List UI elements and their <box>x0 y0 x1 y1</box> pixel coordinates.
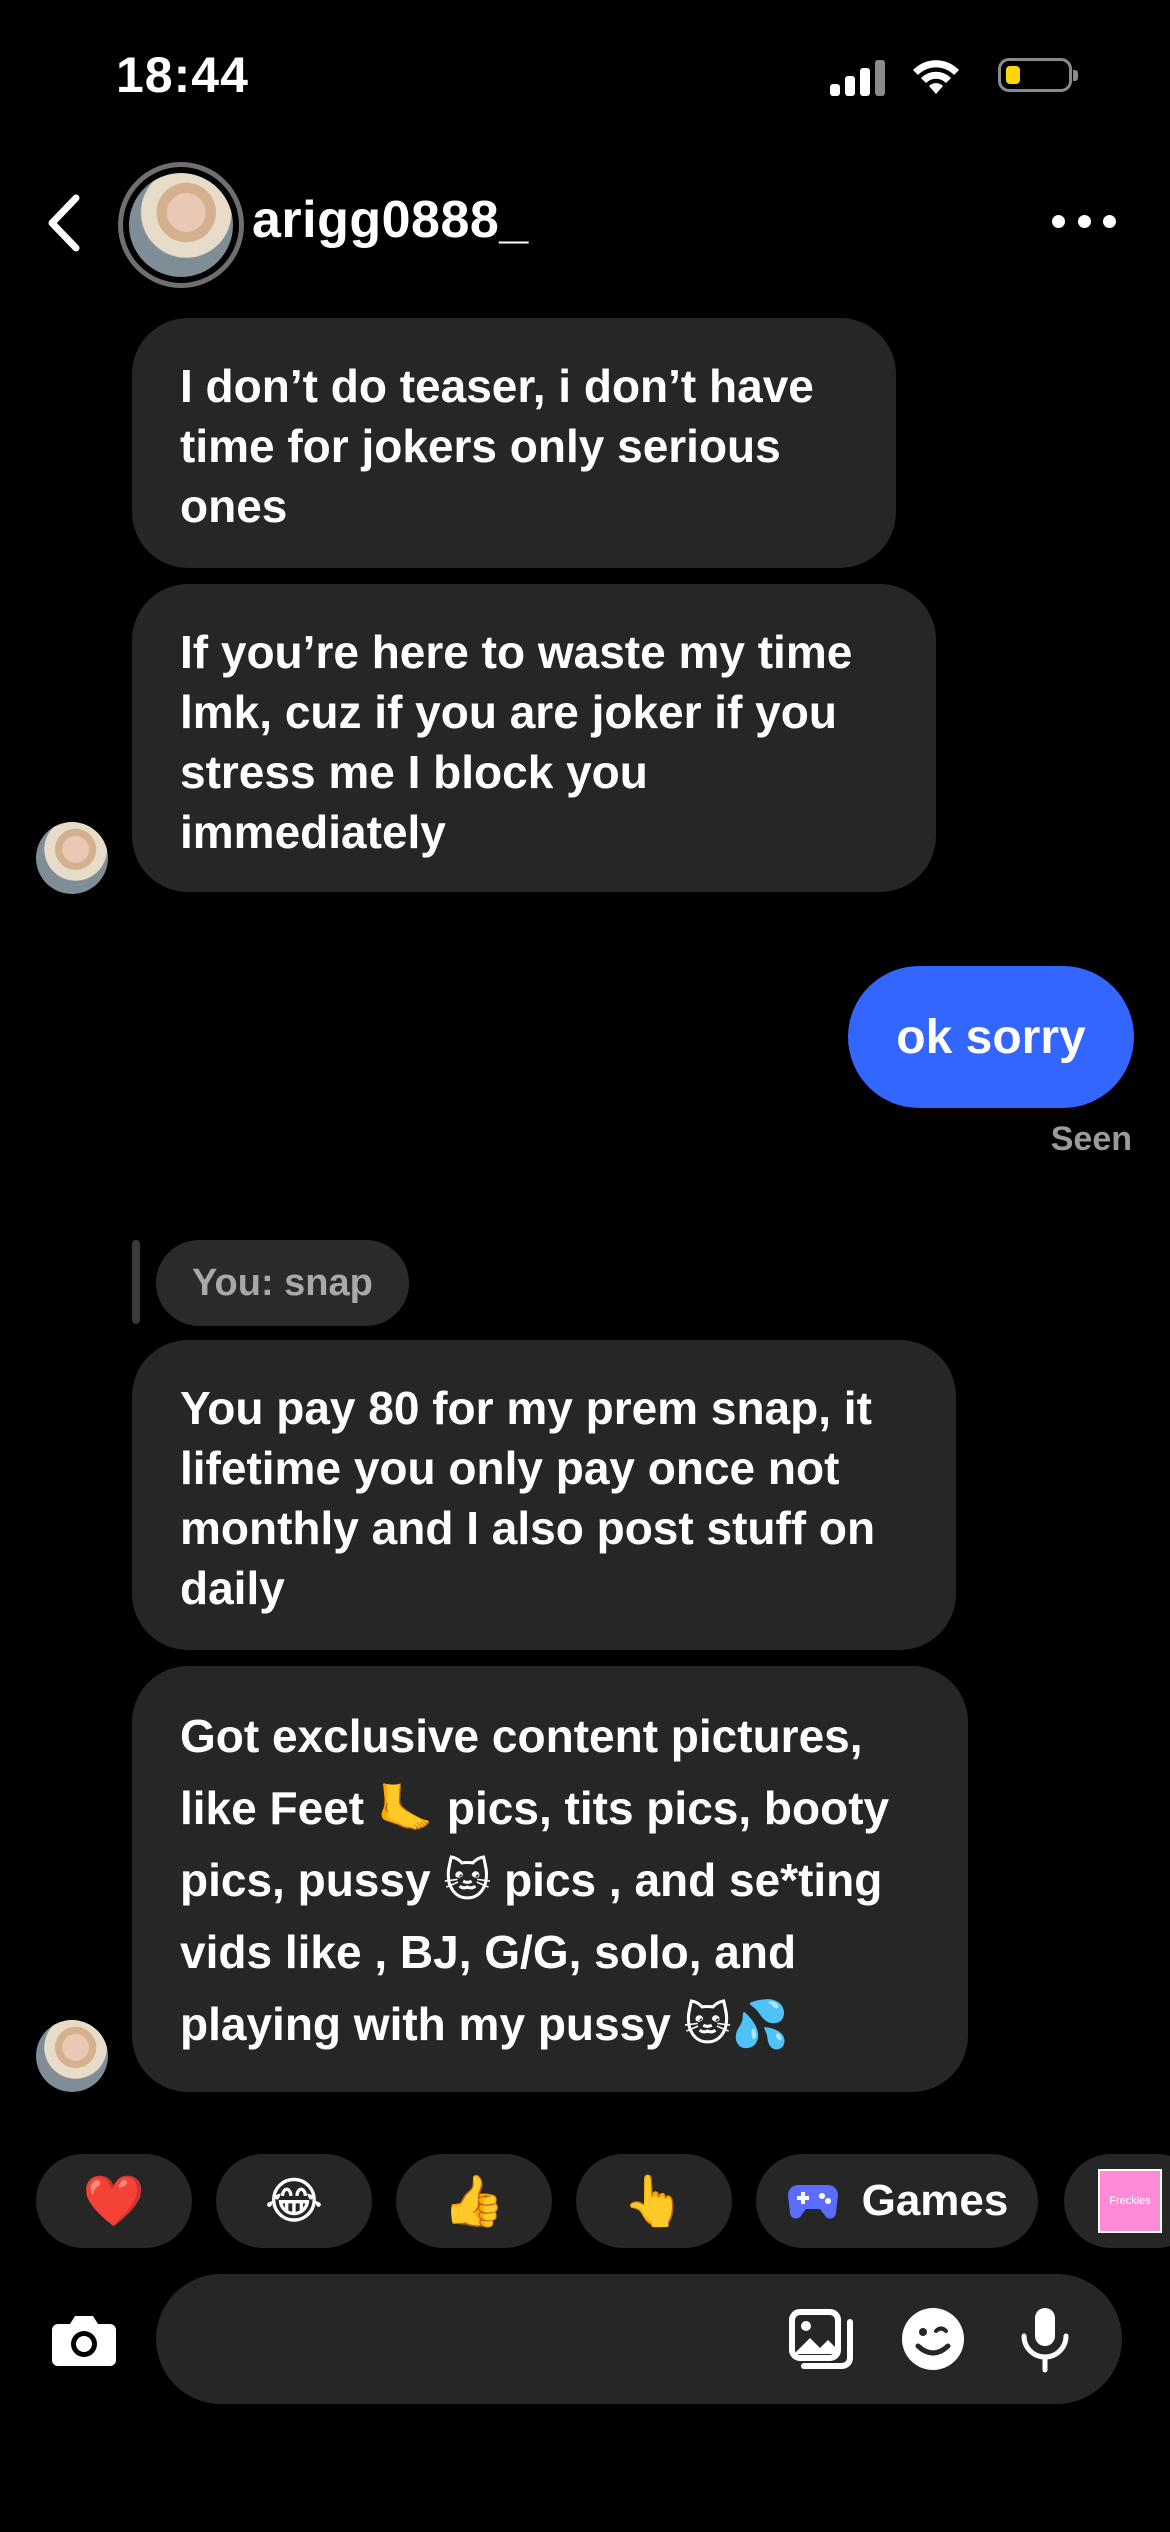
wifi-icon <box>913 60 959 94</box>
quick-reaction-point-up[interactable]: 👆 <box>576 2154 732 2248</box>
message-text: You pay 80 for my prem snap, it lifetime… <box>180 1382 876 1614</box>
games-label: Games <box>861 2176 1009 2225</box>
games-button[interactable]: Games <box>756 2154 1038 2248</box>
sticker-chip[interactable]: Freckles <box>1064 2154 1170 2248</box>
sticker-thumbnail: Freckles <box>1098 2169 1162 2233</box>
avatar-photo <box>129 173 233 277</box>
message-incoming[interactable]: I don’t do teaser, i don’t have time for… <box>132 318 896 568</box>
header-username[interactable]: arigg0888_ <box>252 190 529 250</box>
heart-icon: ❤️ <box>82 2172 146 2229</box>
reply-preview[interactable]: You: snap <box>156 1240 409 1326</box>
reply-indicator-bar <box>132 1240 140 1324</box>
message-incoming[interactable]: If you’re here to waste my time lmk, cuz… <box>132 584 936 892</box>
pointing-up-icon: 👆 <box>622 2172 686 2229</box>
quick-reaction-laugh[interactable]: 😂 <box>216 2154 372 2248</box>
status-time: 18:44 <box>116 47 249 103</box>
message-text: Got exclusive content pictures, like Fee… <box>180 1710 890 2050</box>
signal-icon <box>830 60 886 96</box>
laughing-face-icon: 😂 <box>264 2173 324 2229</box>
sticker-icon[interactable] <box>898 2304 968 2374</box>
microphone-icon[interactable] <box>1010 2304 1080 2374</box>
message-text: If you’re here to waste my time lmk, cuz… <box>180 626 853 858</box>
message-input[interactable] <box>196 2304 760 2376</box>
more-dots-icon[interactable] <box>1052 206 1116 236</box>
camera-icon[interactable] <box>44 2300 124 2380</box>
sender-avatar[interactable] <box>36 822 108 894</box>
back-chevron-icon[interactable] <box>40 188 90 258</box>
quick-reaction-heart[interactable]: ❤️ <box>36 2154 192 2248</box>
message-text: I don’t do teaser, i don’t have time for… <box>180 360 814 532</box>
battery-icon <box>998 58 1078 92</box>
message-outgoing[interactable]: ok sorry <box>848 966 1134 1108</box>
gamepad-icon <box>787 2185 838 2219</box>
message-incoming[interactable]: You pay 80 for my prem snap, it lifetime… <box>132 1340 956 1650</box>
header-avatar[interactable] <box>118 162 244 288</box>
message-composer[interactable] <box>156 2274 1122 2404</box>
sticker-label: Freckles <box>1109 2195 1151 2207</box>
gallery-icon[interactable] <box>786 2304 856 2374</box>
seen-label: Seen <box>1050 1120 1132 1158</box>
thumbs-up-icon: 👍 <box>442 2172 506 2229</box>
quick-reaction-thumbs-up[interactable]: 👍 <box>396 2154 552 2248</box>
message-incoming[interactable]: Got exclusive content pictures, like Fee… <box>132 1666 968 2092</box>
message-text: ok sorry <box>896 1010 1086 1064</box>
sender-avatar[interactable] <box>36 2020 108 2092</box>
